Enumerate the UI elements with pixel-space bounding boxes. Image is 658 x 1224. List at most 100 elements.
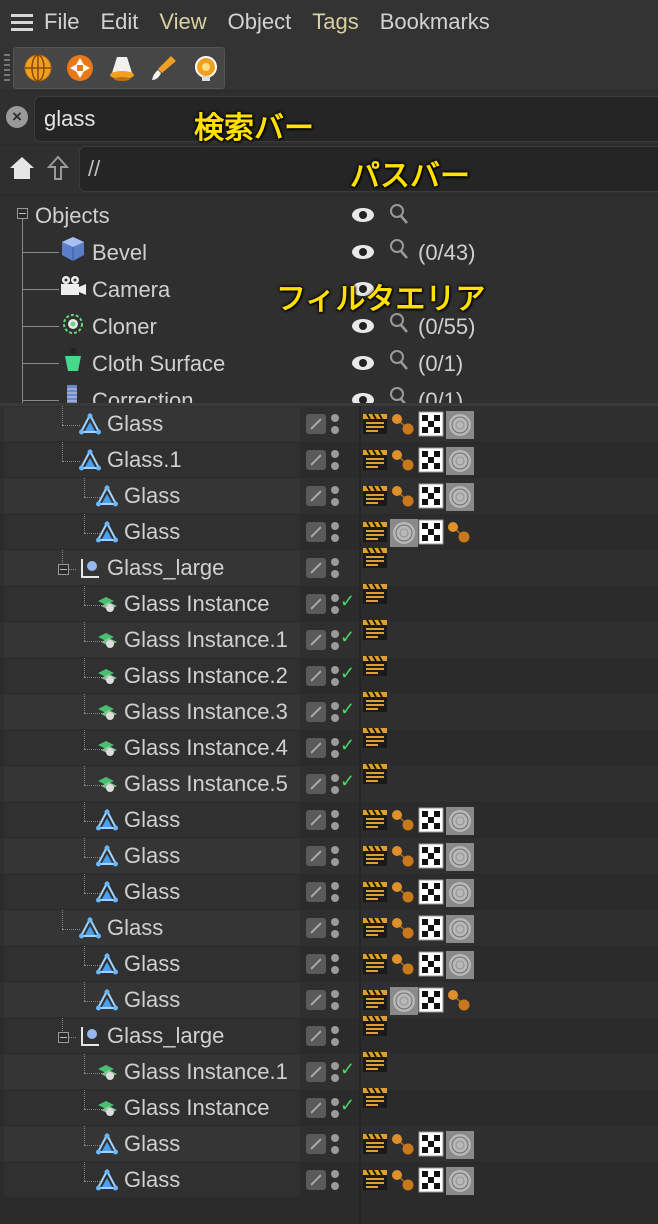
visibility-dots-icon[interactable] (331, 1133, 339, 1155)
object-row[interactable]: Glass (0, 514, 658, 550)
eye-icon[interactable] (352, 245, 374, 259)
magnifier-icon[interactable] (389, 349, 409, 371)
clapper-tag-icon[interactable] (362, 843, 388, 869)
editor-toggle-icon[interactable] (306, 774, 326, 794)
object-row[interactable]: Glass Instance.2 ✓ (0, 655, 658, 694)
collapse-toggle-icon[interactable] (58, 1032, 69, 1043)
visibility-dots-icon[interactable] (331, 701, 339, 723)
clapper-tag-icon[interactable] (362, 653, 388, 679)
visibility-dots-icon[interactable] (331, 593, 339, 615)
glass-material-icon[interactable] (446, 483, 474, 511)
display-tag-icon[interactable] (446, 519, 472, 545)
editor-toggle-icon[interactable] (306, 1170, 326, 1190)
object-name[interactable]: Glass (124, 519, 180, 545)
enabled-check-icon[interactable]: ✓ (340, 627, 355, 648)
clapper-tag-icon[interactable] (362, 545, 388, 571)
visibility-dots-icon[interactable] (331, 485, 339, 507)
magnifier-icon[interactable] (389, 238, 409, 260)
object-name[interactable]: Glass Instance (124, 1095, 270, 1121)
object-name[interactable]: Glass (124, 843, 180, 869)
enabled-check-icon[interactable]: ✓ (340, 1095, 355, 1116)
object-row[interactable]: Glass (0, 910, 658, 946)
lamp-icon[interactable] (104, 50, 140, 86)
object-row[interactable]: Glass (0, 838, 658, 874)
object-name[interactable]: Glass (107, 915, 163, 941)
visibility-dots-icon[interactable] (331, 665, 339, 687)
visibility-dots-icon[interactable] (331, 1025, 339, 1047)
home-icon[interactable] (9, 155, 35, 181)
object-row[interactable]: Glass Instance.1 ✓ (0, 619, 658, 658)
object-row[interactable]: Glass (0, 1126, 658, 1162)
object-name[interactable]: Glass_large (107, 1023, 224, 1049)
visibility-dots-icon[interactable] (331, 1169, 339, 1191)
object-row[interactable]: Glass Instance.4 ✓ (0, 727, 658, 766)
glass-material-icon[interactable] (446, 807, 474, 835)
object-name[interactable]: Glass Instance.1 (124, 1059, 288, 1085)
search-input[interactable] (34, 96, 658, 142)
visibility-dots-icon[interactable] (331, 809, 339, 831)
visibility-dots-icon[interactable] (331, 1097, 339, 1119)
editor-toggle-icon[interactable] (306, 846, 326, 866)
object-row[interactable]: Glass (0, 802, 658, 838)
object-name[interactable]: Glass (124, 807, 180, 833)
object-row[interactable]: Glass_large (0, 547, 658, 586)
clapper-tag-icon[interactable] (362, 879, 388, 905)
visibility-dots-icon[interactable] (331, 449, 339, 471)
editor-toggle-icon[interactable] (306, 522, 326, 542)
filter-item-correction[interactable]: Correction (0/1) (0, 381, 658, 404)
display-tag-icon[interactable] (390, 843, 416, 869)
clapper-tag-icon[interactable] (362, 1013, 388, 1039)
clear-search-icon[interactable]: × (6, 106, 28, 128)
clapper-tag-icon[interactable] (362, 447, 388, 473)
glass-material-icon[interactable] (446, 951, 474, 979)
menu-view[interactable]: View (159, 9, 206, 35)
editor-toggle-icon[interactable] (306, 1134, 326, 1154)
editor-toggle-icon[interactable] (306, 1062, 326, 1082)
visibility-dots-icon[interactable] (331, 881, 339, 903)
checker-material-icon[interactable] (418, 483, 444, 509)
object-name[interactable]: Glass Instance.5 (124, 771, 288, 797)
editor-toggle-icon[interactable] (306, 666, 326, 686)
object-row[interactable]: Glass Instance ✓ (0, 1087, 658, 1126)
object-name[interactable]: Glass Instance (124, 591, 270, 617)
enabled-check-icon[interactable]: ✓ (340, 591, 355, 612)
checker-material-icon[interactable] (418, 447, 444, 473)
object-name[interactable]: Glass (124, 1167, 180, 1193)
clapper-tag-icon[interactable] (362, 483, 388, 509)
display-tag-icon[interactable] (446, 987, 472, 1013)
checker-material-icon[interactable] (418, 1131, 444, 1157)
visibility-dots-icon[interactable] (331, 629, 339, 651)
editor-toggle-icon[interactable] (306, 990, 326, 1010)
toolbar-grip-handle[interactable] (4, 54, 10, 82)
checker-material-icon[interactable] (418, 519, 444, 545)
object-row[interactable]: Glass Instance.5 ✓ (0, 763, 658, 802)
filter-item-bevel[interactable]: Bevel (0/43) (0, 233, 658, 270)
object-name[interactable]: Glass Instance.4 (124, 735, 288, 761)
enabled-check-icon[interactable]: ✓ (340, 663, 355, 684)
checker-material-icon[interactable] (418, 987, 444, 1013)
menu-object[interactable]: Object (228, 9, 292, 35)
object-row[interactable]: Glass (0, 874, 658, 910)
clapper-tag-icon[interactable] (362, 1085, 388, 1111)
visibility-dots-icon[interactable] (331, 989, 339, 1011)
paintbrush-icon[interactable] (146, 50, 182, 86)
object-name[interactable]: Glass (124, 879, 180, 905)
editor-toggle-icon[interactable] (306, 954, 326, 974)
clapper-tag-icon[interactable] (362, 1049, 388, 1075)
glass-material-icon[interactable] (446, 1131, 474, 1159)
object-name[interactable]: Glass (124, 951, 180, 977)
object-row[interactable]: Glass_large (0, 1015, 658, 1054)
checker-material-icon[interactable] (418, 1167, 444, 1193)
display-tag-icon[interactable] (390, 1131, 416, 1157)
filter-item-cloth-surface[interactable]: Cloth Surface (0/1) (0, 344, 658, 381)
enabled-check-icon[interactable]: ✓ (340, 771, 355, 792)
object-name[interactable]: Glass (107, 411, 163, 437)
lightbulb-icon[interactable] (188, 50, 224, 86)
checker-material-icon[interactable] (418, 411, 444, 437)
glass-material-icon[interactable] (390, 519, 418, 547)
visibility-dots-icon[interactable] (331, 845, 339, 867)
checker-material-icon[interactable] (418, 879, 444, 905)
visibility-dots-icon[interactable] (331, 521, 339, 543)
glass-material-icon[interactable] (446, 1167, 474, 1195)
glass-material-icon[interactable] (446, 915, 474, 943)
